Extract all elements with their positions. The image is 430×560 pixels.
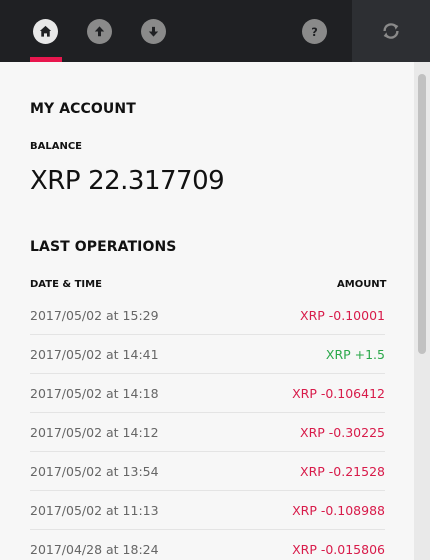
account-title: MY ACCOUNT (30, 101, 136, 117)
receive-button[interactable] (141, 19, 166, 44)
table-row[interactable]: 2017/05/02 at 14:41 XRP +1.5 (30, 335, 385, 374)
operation-amount: XRP +1.5 (325, 346, 385, 362)
send-button[interactable] (87, 19, 112, 44)
help-button[interactable]: ? (302, 19, 327, 44)
operations-list: 2017/05/02 at 15:29 XRP -0.10001 2017/05/0… (30, 296, 385, 560)
operation-datetime: 2017/05/02 at 14:41 (30, 346, 159, 362)
balance-value: 22.317709 (88, 166, 225, 196)
operation-datetime: 2017/05/02 at 15:29 (30, 307, 159, 323)
top-nav-bar: ? (0, 0, 430, 62)
refresh-button[interactable] (352, 0, 430, 62)
amount-column-header: AMOUNT (337, 279, 387, 290)
table-row[interactable]: 2017/05/02 at 14:12 XRP -0.30225 (30, 413, 385, 452)
table-row[interactable]: 2017/05/02 at 13:54 XRP -0.21528 (30, 452, 385, 491)
operation-datetime: 2017/04/28 at 18:24 (30, 541, 159, 557)
balance-display: XRP 22.317709 (30, 166, 225, 196)
home-button[interactable] (33, 19, 58, 44)
table-row[interactable]: 2017/05/02 at 15:29 XRP -0.10001 (30, 296, 385, 335)
operation-datetime: 2017/05/02 at 11:13 (30, 502, 159, 518)
operation-datetime: 2017/05/02 at 13:54 (30, 463, 159, 479)
operation-datetime: 2017/05/02 at 14:18 (30, 385, 159, 401)
home-icon (39, 25, 52, 37)
operation-amount: XRP -0.106412 (292, 385, 385, 401)
datetime-column-header: DATE & TIME (30, 279, 102, 290)
operation-amount: XRP -0.108988 (292, 502, 385, 518)
svg-text:?: ? (311, 26, 318, 39)
question-icon: ? (311, 26, 318, 39)
refresh-icon (383, 23, 399, 39)
vertical-scrollbar[interactable] (414, 62, 430, 560)
operations-title: LAST OPERATIONS (30, 239, 177, 255)
operation-amount: XRP -0.10001 (300, 307, 385, 323)
table-row[interactable]: 2017/05/02 at 11:13 XRP -0.108988 (30, 491, 385, 530)
arrow-down-circle-icon (148, 26, 159, 37)
scrollbar-thumb[interactable] (418, 74, 426, 354)
operation-datetime: 2017/05/02 at 14:12 (30, 424, 159, 440)
operation-amount: XRP -0.015806 (292, 541, 385, 557)
operation-amount: XRP -0.30225 (300, 424, 385, 440)
balance-label: BALANCE (30, 141, 83, 152)
operation-amount: XRP -0.21528 (300, 463, 385, 479)
table-row[interactable]: 2017/05/02 at 14:18 XRP -0.106412 (30, 374, 385, 413)
table-row[interactable]: 2017/04/28 at 18:24 XRP -0.015806 (30, 530, 385, 560)
arrow-up-circle-icon (94, 26, 105, 37)
balance-currency: XRP (30, 166, 81, 196)
main-content: MY ACCOUNT BALANCE XRP 22.317709 LAST OPE… (0, 62, 414, 560)
